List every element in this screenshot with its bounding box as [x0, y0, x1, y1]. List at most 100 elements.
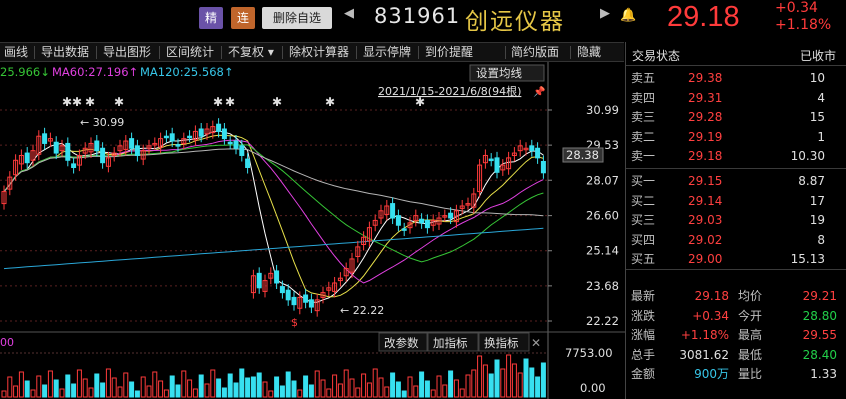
volume-bar — [291, 380, 297, 398]
volume-bar — [169, 375, 175, 398]
date-range-label[interactable]: 2021/1/15-2021/6/8(94根) — [378, 84, 521, 98]
ma-setting-label: 设置均线 — [476, 66, 522, 80]
bid-row[interactable]: 买一 29.15 8.87 — [626, 172, 846, 191]
ma120-legend: MA120:25.568↑ — [140, 65, 234, 79]
stock-header: 精 连 删除自选 ◀ 831961 创远仪器 ▶ 🔔 29.18 +0.34 +… — [0, 0, 846, 40]
stat-label: 金额 — [631, 367, 656, 381]
event-marker-icon: ✱ — [272, 95, 282, 109]
kline-chart[interactable]: 25.966↓ MA60:27.196↑ MA120:25.568↑ 设置均线 … — [0, 62, 625, 399]
ask-row[interactable]: 卖二 29.19 1 — [626, 128, 846, 147]
volume-bar — [158, 380, 164, 398]
candle-body — [169, 133, 175, 142]
candle-body — [216, 123, 222, 132]
candle-body — [540, 160, 546, 174]
stat-label: 最新 — [631, 289, 656, 303]
ask-label: 卖二 — [631, 129, 656, 144]
volume-bar — [540, 362, 546, 398]
volume-bar — [239, 368, 245, 398]
volume-bar — [82, 378, 88, 398]
volume-bar — [262, 381, 268, 398]
tool-hide[interactable]: 隐藏 — [577, 43, 601, 62]
close-indicator-icon[interactable]: ✕ — [531, 336, 541, 350]
volume-bar — [326, 388, 332, 398]
low-value: 22.22 — [353, 304, 385, 317]
tool-range-stats[interactable]: 区间统计 — [166, 43, 214, 62]
change-percent: +1.18% — [775, 17, 832, 33]
volume-bar — [517, 372, 523, 398]
tool-export-image[interactable]: 导出图形 — [103, 43, 151, 62]
pin-icon[interactable]: 📌 — [533, 85, 546, 98]
candle-body — [448, 212, 454, 219]
volume-bar — [372, 368, 378, 398]
volume-axis-max: 7753.00 — [565, 346, 613, 360]
volume-bar — [256, 372, 262, 398]
volume-bars — [1, 354, 546, 398]
event-marker-icon: ✱ — [85, 95, 95, 109]
jing-button[interactable]: 精 — [199, 7, 223, 29]
candle-body — [239, 145, 245, 156]
bid-price: 29.00 — [688, 252, 723, 266]
tool-price-alert[interactable]: 到价提醒 — [425, 43, 473, 62]
volume-bar — [274, 376, 280, 398]
bid-volume: 19 — [809, 213, 825, 227]
price-tick-label: 26.60 — [586, 209, 619, 223]
volume-bar — [13, 385, 19, 398]
candle-body — [53, 141, 59, 154]
price-tick-label: 30.99 — [586, 103, 619, 117]
tool-simple-layout[interactable]: 简约版面 — [511, 43, 559, 62]
ask-row[interactable]: 卖三 29.28 15 — [626, 108, 846, 127]
volume-bar — [465, 374, 471, 398]
volume-bar — [88, 387, 94, 398]
stat-value: 28.80 — [802, 308, 837, 323]
volume-bar — [279, 385, 285, 398]
volume-bar — [42, 384, 48, 398]
lian-button[interactable]: 连 — [231, 7, 255, 29]
ask-row[interactable]: 卖四 29.31 4 — [626, 89, 846, 108]
volume-bar — [303, 375, 309, 398]
tool-draw-line[interactable]: 画线 — [4, 43, 28, 62]
ma30-legend: 25.966↓ — [0, 65, 50, 79]
volume-bar — [477, 355, 483, 398]
volume-bar — [349, 378, 355, 398]
volume-bar — [366, 382, 372, 398]
tool-adjust-dropdown[interactable]: 不复权 ▾ — [228, 43, 274, 62]
price-tick-label: 25.14 — [586, 244, 619, 258]
volume-bar — [459, 388, 465, 398]
stat-value: 29.21 — [802, 289, 837, 303]
tool-ex-rights-calc[interactable]: 除权计算器 — [289, 43, 349, 62]
ask-row[interactable]: 卖五 29.38 10 — [626, 69, 846, 88]
volume-bar — [152, 371, 158, 398]
stat-value: 900万 — [694, 367, 729, 381]
bid-row[interactable]: 买四 29.02 8 — [626, 231, 846, 250]
bid-price: 29.14 — [688, 193, 723, 208]
volume-bar — [204, 383, 210, 398]
bid-row[interactable]: 买三 29.03 19 — [626, 211, 846, 230]
next-stock-icon[interactable]: ▶ — [600, 6, 610, 21]
volume-bar — [384, 386, 390, 398]
volume-bar — [227, 373, 233, 398]
tool-show-suspended[interactable]: 显示停牌 — [363, 43, 411, 62]
prev-stock-icon[interactable]: ◀ — [344, 6, 354, 21]
stat-value: +0.34 — [692, 308, 729, 323]
current-price-label: 28.38 — [566, 148, 599, 162]
volume-bar — [163, 389, 169, 398]
bell-icon[interactable]: 🔔 — [620, 8, 636, 23]
price-tick-label: 23.68 — [586, 279, 619, 293]
volume-bar — [187, 379, 193, 398]
tool-export-data[interactable]: 导出数据 — [41, 43, 89, 62]
bid-row[interactable]: 买五 29.00 15.13 — [626, 250, 846, 269]
delete-watchlist-button[interactable]: 删除自选 — [262, 7, 332, 29]
volume-bar — [442, 384, 448, 398]
ask-row[interactable]: 卖一 29.18 10.30 — [626, 147, 846, 166]
bid-row[interactable]: 买二 29.14 17 — [626, 192, 846, 211]
volume-bar — [482, 364, 488, 398]
stock-code: 831961 — [374, 4, 461, 28]
stat-row: 涨跌 +0.34 今开 28.80 — [626, 307, 846, 326]
volume-bar — [210, 369, 216, 398]
volume-bar — [494, 359, 500, 398]
volume-bar — [378, 377, 384, 398]
candle-body — [175, 144, 181, 147]
stat-label: 量比 — [738, 367, 763, 381]
volume-bar — [1, 390, 7, 398]
price-grid — [0, 109, 548, 322]
